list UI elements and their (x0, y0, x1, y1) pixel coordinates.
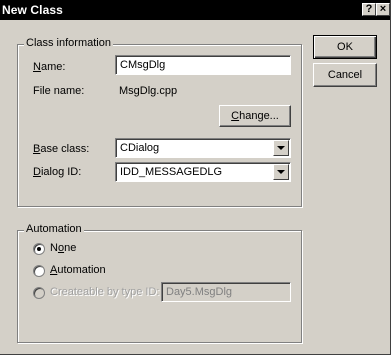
none-radio-label[interactable]: None (50, 242, 76, 254)
new-class-dialog: New Class ? × Class information Name: CM… (0, 0, 391, 355)
ok-button[interactable]: OK (313, 35, 377, 59)
dialog-id-dropdown-button[interactable] (273, 164, 289, 180)
name-value: CMsgDlg (120, 59, 166, 71)
type-id-value: Day5.MsgDlg (166, 286, 233, 298)
close-icon: × (379, 3, 387, 15)
automation-radio[interactable] (33, 265, 45, 277)
automation-label: Automation (24, 223, 84, 235)
class-information-label: Class information (24, 37, 113, 49)
cancel-button[interactable]: Cancel (313, 63, 377, 87)
name-label: Name: (33, 61, 66, 73)
base-class-combo[interactable]: CDialog (115, 138, 291, 158)
close-button[interactable]: × (376, 3, 390, 16)
change-button[interactable]: Change... (219, 105, 291, 127)
type-id-input[interactable]: Day5.MsgDlg (161, 282, 291, 302)
automation-radio-label[interactable]: Automation (50, 264, 106, 276)
createable-radio-label: Createable by type ID: (50, 286, 160, 298)
name-input[interactable]: CMsgDlg (115, 55, 291, 75)
dialog-title: New Class (2, 3, 63, 17)
title-bar[interactable]: New Class ? × (0, 0, 390, 20)
help-button[interactable]: ? (362, 3, 376, 16)
dialog-id-combo[interactable]: IDD_MESSAGEDLG (115, 162, 291, 182)
dialog-id-value: IDD_MESSAGEDLG (120, 166, 223, 178)
dialog-id-label: Dialog ID: (33, 166, 82, 178)
base-class-label: Base class: (33, 143, 90, 155)
base-class-value: CDialog (120, 142, 160, 154)
none-radio[interactable] (33, 243, 45, 255)
file-name-value: MsgDlg.cpp (119, 85, 178, 97)
base-class-dropdown-button[interactable] (273, 140, 289, 156)
question-icon: ? (365, 3, 373, 15)
createable-radio[interactable] (33, 287, 45, 299)
file-name-label: File name: (33, 85, 85, 97)
